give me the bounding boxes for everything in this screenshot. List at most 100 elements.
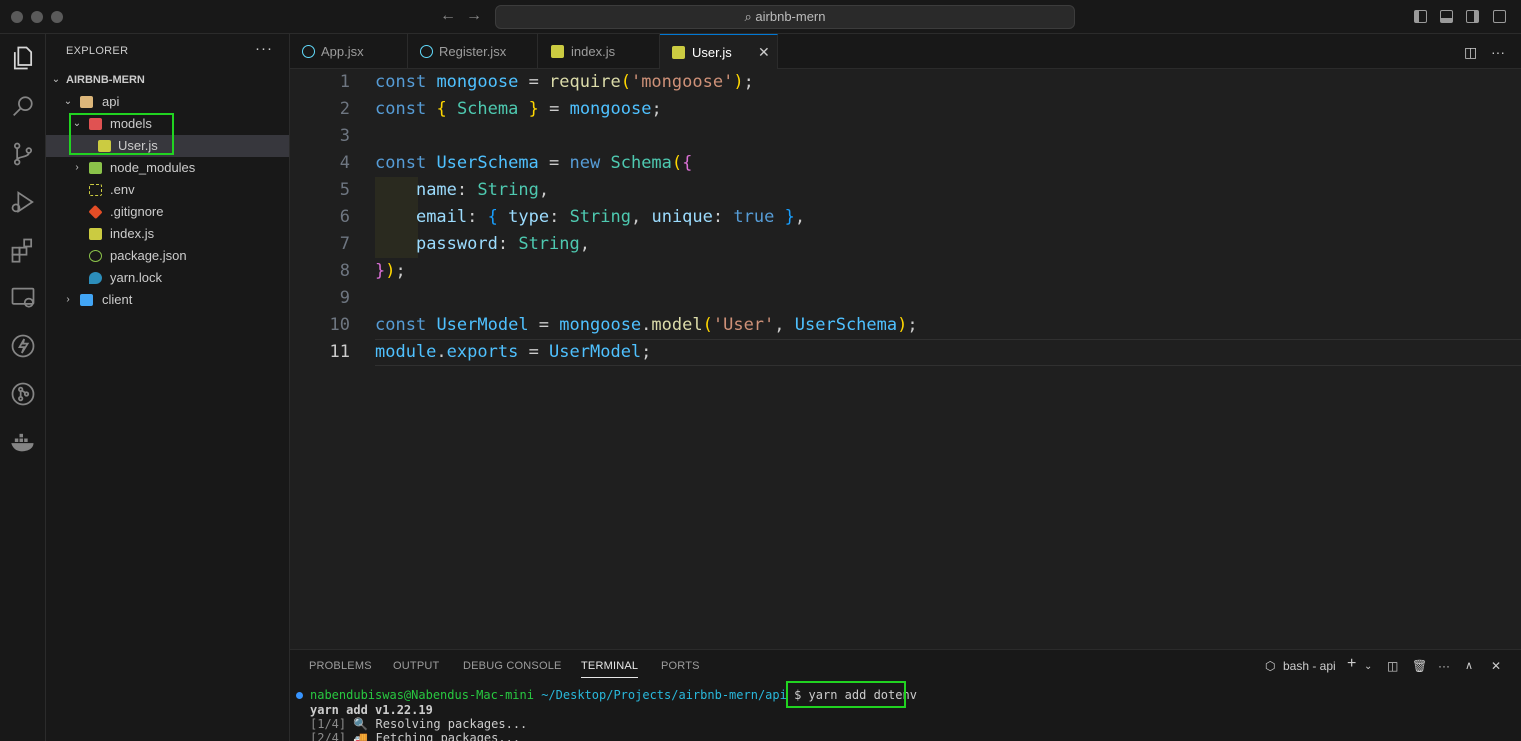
extensions-icon[interactable]	[9, 236, 37, 264]
tree-item-label: index.js	[110, 226, 155, 241]
terminal-text: Fetching packages...	[375, 731, 521, 741]
remote-explorer-icon[interactable]	[9, 284, 37, 312]
editor-more-actions-icon[interactable]: ···	[1491, 44, 1505, 60]
js-file-icon	[672, 46, 685, 59]
tree-item-index-js[interactable]: index.js	[46, 223, 289, 245]
terminal-step: [2/4]	[310, 731, 347, 741]
code-line-5: name: String,	[415, 180, 550, 200]
explorer-icon[interactable]	[9, 44, 37, 72]
line-number: 11	[329, 342, 350, 362]
terminal-user: nabendubiswas@Nabendus-Mac-mini	[310, 688, 534, 702]
panel-tab-problems[interactable]: PROBLEMS	[309, 660, 372, 672]
line-number: 8	[339, 261, 350, 281]
tab-register-jsx[interactable]: Register.jsx	[408, 34, 538, 69]
line-number: 3	[339, 126, 350, 146]
thunder-client-icon[interactable]	[9, 332, 37, 360]
tree-item-label: node_modules	[110, 160, 196, 175]
tree-item-label: client	[102, 292, 133, 307]
panel-tab-ports[interactable]: PORTS	[661, 660, 700, 672]
tree-item-label: package.json	[110, 248, 187, 263]
tree-item-env[interactable]: .env	[46, 179, 289, 201]
truck-icon: 🚚	[353, 731, 369, 741]
panel-tab-terminal[interactable]: TERMINAL	[581, 660, 639, 678]
terminal-path: ~/Desktop/Projects/airbnb-mern/api	[541, 688, 787, 702]
run-debug-icon[interactable]	[9, 188, 37, 216]
tree-item-label: .env	[110, 182, 135, 197]
magnifier-icon: 🔍	[353, 717, 369, 731]
activity-bar	[0, 34, 46, 741]
tree-item-package-json[interactable]: package.json	[46, 245, 289, 267]
toggle-panel-icon[interactable]	[1440, 10, 1453, 23]
tab-label: index.js	[571, 44, 616, 59]
tree-item-node-modules[interactable]: › node_modules	[46, 157, 289, 179]
command-center-search[interactable]: ⌕ airbnb-mern	[495, 5, 1075, 29]
line-number: 4	[339, 153, 350, 173]
tree-root[interactable]: ⌄ AIRBNB-MERN	[46, 69, 289, 91]
back-arrow-icon[interactable]: ←	[440, 7, 456, 25]
terminal-shell-label[interactable]: bash - api	[1283, 659, 1336, 673]
chevron-down-icon: ⌄	[51, 74, 61, 85]
line-number: 5	[339, 180, 350, 200]
terminal-line: [2/4] 🚚 Fetching packages...	[310, 731, 520, 741]
source-control-icon[interactable]	[9, 140, 37, 168]
search-icon[interactable]	[9, 92, 37, 120]
line-number: 7	[339, 234, 350, 254]
close-tab-icon[interactable]: ✕	[758, 35, 770, 70]
code-line-7: password: String,	[415, 234, 590, 254]
terminal-status-dot-icon	[296, 692, 303, 699]
toggle-sidebar-icon[interactable]	[1414, 10, 1427, 23]
toggle-secondary-sidebar-icon[interactable]	[1466, 10, 1479, 23]
line-number: 9	[339, 288, 350, 308]
line-number: 6	[339, 207, 350, 227]
code-line-2: const { Schema } = mongoose;	[375, 99, 662, 119]
git-file-icon	[88, 204, 103, 220]
line-number: 2	[339, 99, 350, 119]
more-actions-icon[interactable]: ···	[1438, 659, 1450, 673]
env-file-icon	[89, 184, 102, 196]
title-bar: ← → ⌕ airbnb-mern	[0, 0, 1521, 34]
tree-item-gitignore[interactable]: .gitignore	[46, 201, 289, 223]
close-panel-icon[interactable]: ✕	[1491, 659, 1501, 673]
client-folder-icon	[80, 294, 93, 306]
tree-item-yarn-lock[interactable]: yarn.lock	[46, 267, 289, 289]
tree-item-client[interactable]: › client	[46, 289, 289, 311]
maximize-window-button[interactable]	[51, 11, 63, 23]
terminal-text: Resolving packages...	[375, 717, 528, 731]
react-icon	[420, 45, 433, 58]
tab-index-js[interactable]: index.js	[538, 34, 660, 69]
yarn-file-icon	[89, 272, 102, 284]
line-number: 10	[329, 315, 350, 335]
chevron-down-icon[interactable]: ⌄	[1364, 661, 1372, 672]
git-graph-icon[interactable]	[9, 380, 37, 408]
code-line-4: const UserSchema = new Schema({	[375, 153, 693, 173]
minimize-window-button[interactable]	[31, 11, 43, 23]
terminal-step: [1/4]	[310, 717, 347, 731]
docker-icon[interactable]	[9, 428, 37, 456]
code-editor[interactable]: 1 2 3 4 5 6 7 8 9 10 11 const mongoose =…	[290, 69, 1521, 649]
chevron-right-icon: ›	[66, 294, 70, 305]
search-text: airbnb-mern	[755, 9, 826, 24]
js-file-icon	[551, 45, 564, 58]
trash-icon[interactable]: 🗑	[1412, 659, 1427, 673]
panel-tab-debug-console[interactable]: DEBUG CONSOLE	[463, 660, 562, 672]
panel-tab-output[interactable]: OUTPUT	[393, 660, 439, 672]
editor-tab-bar: App.jsx Register.jsx index.js User.js ✕	[290, 34, 1521, 69]
code-line-11: module.exports = UserModel;	[375, 342, 652, 362]
maximize-panel-icon[interactable]: ∧	[1465, 659, 1473, 672]
code-line-10: const UserModel = mongoose.model('User',…	[375, 315, 918, 335]
line-number: 1	[339, 72, 350, 92]
tab-app-jsx[interactable]: App.jsx	[290, 34, 408, 69]
explorer-more-actions[interactable]: ···	[255, 40, 273, 57]
highlight-box-models	[69, 113, 174, 155]
tree-item-api[interactable]: ⌄ api	[46, 91, 289, 113]
split-editor-icon[interactable]: ◫	[1464, 44, 1477, 61]
close-window-button[interactable]	[11, 11, 23, 23]
code-line-6: email: { type: String, unique: true },	[415, 207, 806, 227]
customize-layout-icon[interactable]	[1493, 10, 1506, 23]
tab-user-js[interactable]: User.js ✕	[660, 34, 778, 69]
new-terminal-icon[interactable]: +	[1347, 655, 1356, 673]
tree-item-label: api	[102, 94, 120, 109]
forward-arrow-icon[interactable]: →	[466, 7, 482, 25]
folder-icon	[80, 96, 93, 108]
split-terminal-icon[interactable]: ◫	[1387, 659, 1398, 673]
